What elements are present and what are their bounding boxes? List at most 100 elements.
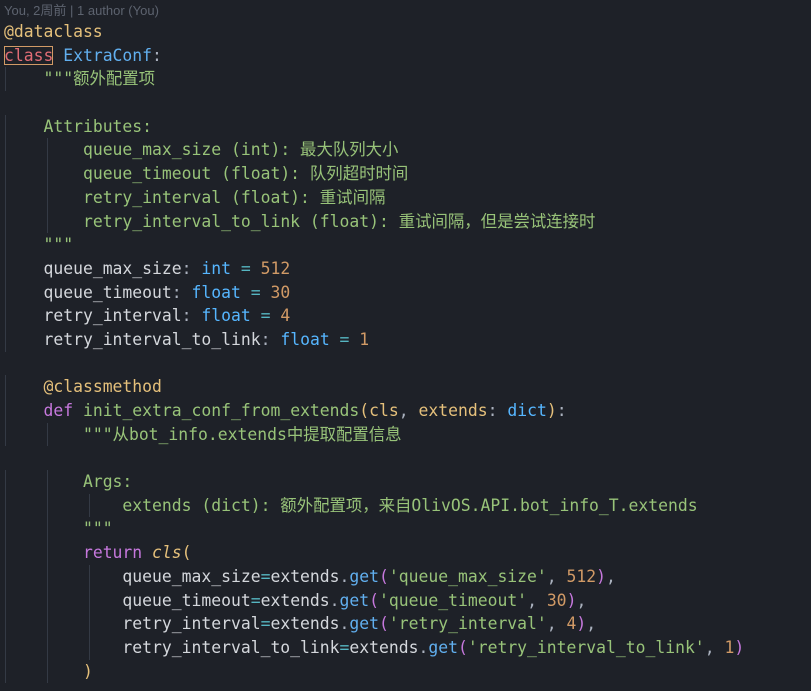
code-token: = xyxy=(250,590,261,610)
code-line[interactable]: retry_interval (float): 重试间隔 xyxy=(4,185,811,210)
code-token: : xyxy=(487,401,508,420)
code-token: retry_interval (float): 重试间隔 xyxy=(82,187,386,207)
code-token: . xyxy=(329,590,340,610)
code-line[interactable]: extends (dict): 额外配置项，来自OlivOS.API.bot_i… xyxy=(4,493,811,518)
code-line[interactable]: queue_timeout=extends.get('queue_timeout… xyxy=(4,588,811,613)
code-line[interactable]: queue_timeout: float = 30 xyxy=(4,280,811,305)
indent-guide xyxy=(88,493,90,518)
indent-guide xyxy=(46,635,48,660)
code-token: extends xyxy=(349,637,419,657)
code-token: cls xyxy=(369,401,399,420)
code-line[interactable]: retry_interval_to_link=extends.get('retr… xyxy=(4,635,811,660)
code-token: 'retry_interval_to_link' xyxy=(467,637,705,657)
code-token: cls xyxy=(152,543,182,563)
code-token: ( xyxy=(359,401,370,420)
code-line[interactable]: retry_interval=extends.get('retry_interv… xyxy=(4,612,811,636)
code-token: = xyxy=(329,329,360,349)
code-token: , xyxy=(546,566,567,586)
code-token: class xyxy=(4,45,54,65)
code-line[interactable]: """ xyxy=(4,517,811,542)
code-token: @classmethod xyxy=(43,377,162,397)
code-line[interactable]: """额外配置项 xyxy=(4,67,811,92)
code-line[interactable]: queue_max_size (int): 最大队列大小 xyxy=(4,138,811,163)
code-line[interactable]: retry_interval_to_link: float = 1 xyxy=(4,327,811,352)
code-token: ExtraConf xyxy=(63,45,153,65)
code-token: extends xyxy=(270,566,340,586)
codelens-blame[interactable]: You, 2周前 | 1 author (You) xyxy=(4,1,159,21)
indent-guide xyxy=(5,564,6,589)
code-area[interactable]: @dataclass class ExtraConf: """额外配置项 Attr… xyxy=(4,20,811,684)
code-token: ) xyxy=(566,590,577,610)
code-line[interactable]: ) xyxy=(4,659,811,684)
code-token: , xyxy=(586,614,597,634)
code-line[interactable]: queue_max_size: int = 512 xyxy=(4,256,811,281)
code-token: """从bot_info.extends中提取配置信息 xyxy=(82,424,402,444)
indent-guide xyxy=(46,422,48,447)
code-line[interactable]: queue_timeout (float): 队列超时时间 xyxy=(4,162,811,186)
code-token: int xyxy=(201,258,231,278)
code-token: 30 xyxy=(546,590,567,610)
code-token: = xyxy=(240,282,271,302)
code-line[interactable] xyxy=(4,91,811,115)
code-token: = xyxy=(339,637,350,657)
code-token: queue_timeout xyxy=(122,590,251,610)
code-line[interactable]: return cls( xyxy=(4,541,811,565)
code-line[interactable]: Attributes: xyxy=(4,114,811,139)
code-token: retry_interval xyxy=(122,614,261,634)
indent-guide xyxy=(5,612,6,636)
indent-guide xyxy=(5,517,6,542)
code-line[interactable]: retry_interval: float = 4 xyxy=(4,304,811,328)
code-line[interactable]: queue_max_size=extends.get('queue_max_si… xyxy=(4,564,811,589)
code-token: ( xyxy=(457,637,468,657)
code-token: : xyxy=(181,258,202,278)
code-line[interactable]: def init_extra_conf_from_extends(cls, ex… xyxy=(4,399,811,423)
code-token: 'queue_max_size' xyxy=(388,566,547,586)
code-token: : xyxy=(556,401,567,420)
code-token: , xyxy=(527,590,547,610)
code-line[interactable]: @dataclass xyxy=(4,20,811,44)
code-line[interactable]: """ xyxy=(4,233,811,257)
code-token: ) xyxy=(82,661,93,681)
code-line[interactable]: Args: xyxy=(4,470,811,494)
code-token: : xyxy=(260,329,281,349)
code-token: retry_interval_to_link xyxy=(122,637,340,657)
indent-guide xyxy=(5,138,6,163)
code-line[interactable]: @classmethod xyxy=(4,375,811,399)
code-token: , xyxy=(606,566,616,586)
code-token: ) xyxy=(734,637,745,657)
indent-guide xyxy=(5,256,6,281)
indent-guide xyxy=(5,399,6,423)
code-editor[interactable]: You, 2周前 | 1 author (You) @dataclass clas… xyxy=(0,0,811,691)
indent-guide xyxy=(5,280,6,305)
code-line[interactable] xyxy=(4,446,811,470)
code-token: """ xyxy=(43,235,74,255)
code-token: 1 xyxy=(724,637,735,657)
code-line[interactable]: class ExtraConf: xyxy=(4,44,811,68)
code-line[interactable] xyxy=(4,352,811,376)
code-token: : xyxy=(171,282,192,302)
code-token: ( xyxy=(369,590,380,610)
code-line[interactable]: """从bot_info.extends中提取配置信息 xyxy=(4,422,811,447)
indent-guide xyxy=(5,233,6,257)
indent-guide xyxy=(46,588,48,613)
code-token: 'retry_interval' xyxy=(388,614,547,634)
indent-guide xyxy=(5,493,6,518)
code-token: return xyxy=(82,543,143,563)
code-token: queue_max_size xyxy=(43,258,182,278)
code-line[interactable]: retry_interval_to_link (float): 重试间隔，但是尝… xyxy=(4,209,811,234)
indent-guide xyxy=(46,612,48,636)
indent-guide xyxy=(5,67,6,92)
indent-guide xyxy=(46,138,48,163)
code-token: 512 xyxy=(566,566,597,586)
